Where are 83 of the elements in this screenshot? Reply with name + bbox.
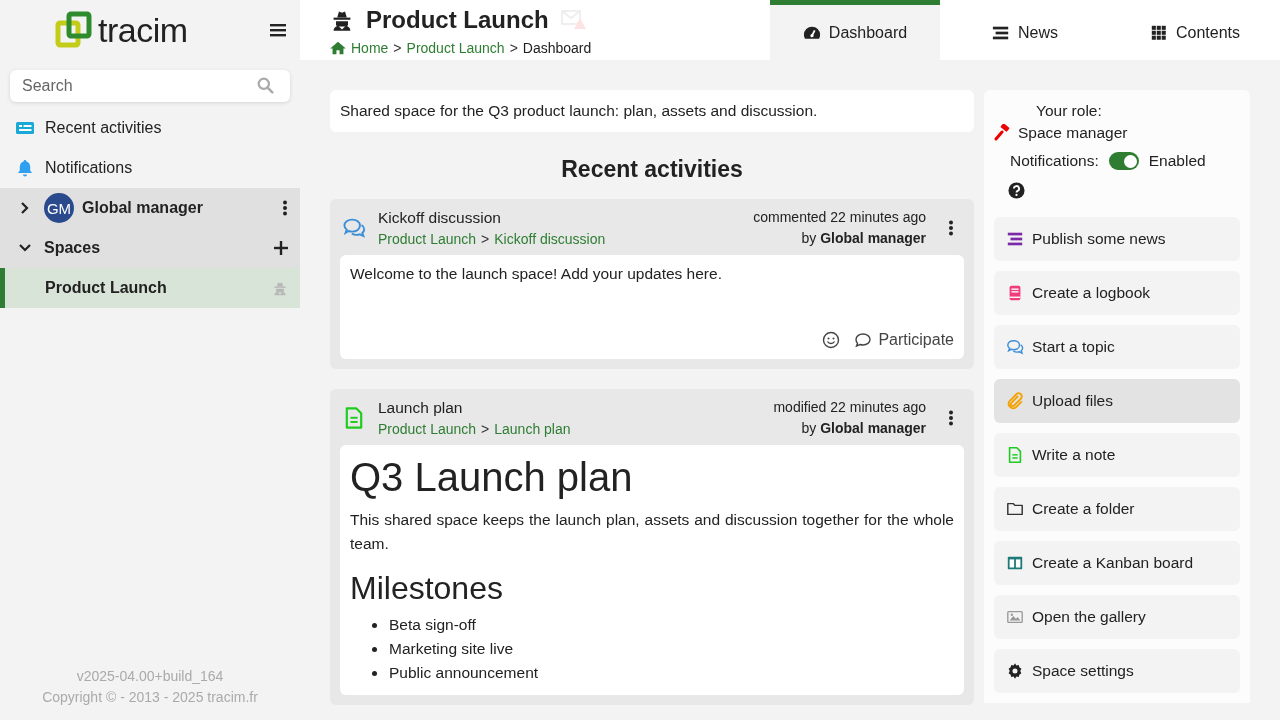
home-icon: [330, 41, 346, 55]
more-options-icon[interactable]: [948, 410, 954, 426]
breadcrumb-link[interactable]: Product Launch: [378, 421, 477, 437]
more-options-icon[interactable]: [948, 220, 954, 236]
chat-icon: [854, 331, 873, 349]
image-icon: [1006, 608, 1024, 626]
activity-action: modified 22 minutes ago: [773, 398, 926, 417]
news-icon: [1006, 230, 1024, 248]
notifications-label: Notifications:: [1010, 152, 1099, 170]
participate-button[interactable]: Participate: [854, 331, 954, 349]
space-title: Product Launch: [366, 6, 549, 34]
role-value: Space manager: [1018, 124, 1128, 142]
help-icon: [1008, 182, 1025, 199]
activity-title[interactable]: Launch plan: [378, 399, 762, 417]
breadcrumb-link[interactable]: Launch plan: [494, 421, 571, 437]
bell-icon: [15, 158, 35, 178]
chat-bubbles-icon: [342, 216, 366, 240]
breadcrumb-separator: >: [481, 231, 490, 247]
bullet-icon: [372, 646, 377, 652]
more-options-icon: [282, 200, 288, 216]
grid-icon: [1149, 23, 1168, 42]
tree-item[interactable]: GM Global manager: [0, 188, 300, 228]
copyright-text: Copyright © - 2013 - 2025 tracim.fr: [41, 688, 259, 707]
action-button[interactable]: Write a note: [994, 433, 1240, 477]
breadcrumb-current: Dashboard: [522, 40, 592, 56]
breadcrumb-link[interactable]: Home: [351, 40, 389, 56]
activity-action: commented 22 minutes ago: [753, 208, 926, 227]
search-icon: [257, 77, 274, 94]
folder-icon: [1006, 500, 1024, 518]
action-button[interactable]: Space settings: [994, 649, 1240, 693]
breadcrumb-link[interactable]: Kickoff discussion: [494, 231, 606, 247]
document-heading: Q3 Launch plan: [350, 455, 634, 500]
space-item[interactable]: Product Launch: [0, 268, 300, 308]
section-title: Recent activities: [560, 156, 744, 183]
action-button[interactable]: Open the gallery: [994, 595, 1240, 639]
plus-icon: [274, 241, 288, 255]
gavel-icon: [994, 124, 1012, 142]
space-description: Shared space for the Q3 product launch: plan, assets and discussion.: [330, 90, 974, 132]
breadcrumb-link[interactable]: Product Launch: [378, 231, 477, 247]
kanban-icon: [1006, 554, 1024, 572]
comment-text: Welcome to the launch space! Add your updates here.: [350, 265, 723, 283]
document-icon: [1006, 446, 1024, 464]
nav-item[interactable]: Notifications: [0, 148, 300, 188]
tab[interactable]: Dashboard: [770, 0, 940, 60]
tree-item[interactable]: Spaces: [0, 228, 300, 268]
list-item: Marketing site live: [389, 639, 514, 659]
activity-author: by Global manager: [800, 419, 926, 438]
document-subheading: Milestones: [350, 570, 504, 607]
action-button[interactable]: Upload files: [994, 379, 1240, 423]
gear-icon: [1006, 662, 1024, 680]
activity-title[interactable]: Kickoff discussion: [378, 209, 742, 227]
breadcrumb-separator: >: [393, 40, 402, 56]
action-button[interactable]: Create a Kanban board: [994, 541, 1240, 585]
breadcrumb-separator: >: [481, 421, 490, 437]
bullet-icon: [372, 670, 377, 676]
document-paragraph: This shared space keeps the launch plan, assets and discussion together for the whole team.: [350, 510, 954, 554]
action-button[interactable]: Create a folder: [994, 487, 1240, 531]
activity-author: by Global manager: [800, 229, 926, 248]
search-field[interactable]: Search: [10, 70, 290, 102]
notifications-toggle[interactable]: [1108, 152, 1139, 170]
logo-text: tracim: [98, 10, 188, 50]
menu-button[interactable]: [268, 21, 288, 39]
user-avatar: GM: [44, 193, 74, 223]
role-label: Your role:: [1035, 102, 1103, 120]
nav-item[interactable]: Recent activities: [0, 108, 300, 148]
list-item: Public announcement: [389, 663, 539, 683]
action-button[interactable]: Publish some news: [994, 217, 1240, 261]
list-item: Beta sign-off: [389, 615, 476, 635]
chat-bubbles-icon: [1006, 338, 1024, 356]
smiley-icon[interactable]: [822, 331, 841, 349]
tab[interactable]: News: [940, 0, 1110, 60]
paperclip-icon: [1006, 392, 1024, 410]
notifications-state: Enabled: [1148, 152, 1206, 170]
email-warning-icon: [560, 9, 587, 31]
menu-icon: [270, 23, 286, 37]
bullet-icon: [372, 622, 377, 628]
breadcrumb-link[interactable]: Product Launch: [406, 40, 505, 56]
action-button[interactable]: Start a topic: [994, 325, 1240, 369]
logo-icon: [54, 10, 94, 50]
action-button[interactable]: Create a logbook: [994, 271, 1240, 315]
tab[interactable]: Contents: [1110, 0, 1280, 60]
breadcrumb-separator: >: [509, 40, 518, 56]
version-text: v2025-04.00+build_164: [75, 667, 225, 686]
